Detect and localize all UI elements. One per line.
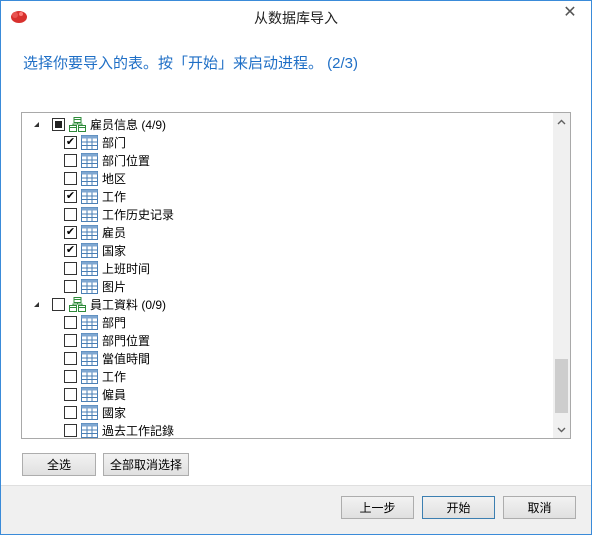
table-row[interactable]: 部門位置 <box>22 331 552 349</box>
table-checkbox[interactable] <box>64 369 77 383</box>
table-checkbox[interactable]: ✔ <box>64 243 77 257</box>
table-label: 部门位置 <box>102 153 151 168</box>
database-group-icon <box>69 296 86 312</box>
tree-content: 雇员信息 (4/9) ✔ 部门 部门位置 地区 ✔ 工作 工作历史记录 ✔ 雇员 ✔ 国家 上班时间 图片… <box>22 115 552 438</box>
table-icon <box>81 134 98 150</box>
table-row[interactable]: 過去工作記錄 <box>22 421 552 438</box>
table-checkbox[interactable] <box>64 423 77 437</box>
vertical-scrollbar[interactable] <box>553 113 570 438</box>
table-label: 僱員 <box>102 387 127 402</box>
table-checkbox[interactable] <box>64 171 77 185</box>
start-button[interactable]: 开始 <box>422 496 495 519</box>
table-label: 地区 <box>102 171 127 186</box>
table-icon <box>81 206 98 222</box>
table-icon <box>81 278 98 294</box>
table-row[interactable]: ✔ 国家 <box>22 241 552 259</box>
group-label: 雇员信息 (4/9) <box>90 117 167 132</box>
table-checkbox[interactable]: ✔ <box>64 135 77 149</box>
scroll-down-button[interactable] <box>553 421 570 438</box>
group-checkbox[interactable] <box>52 297 65 311</box>
table-icon <box>81 314 98 330</box>
table-tree[interactable]: 雇员信息 (4/9) ✔ 部门 部门位置 地区 ✔ 工作 工作历史记录 ✔ 雇员 ✔ 国家 上班时间 图片… <box>21 112 571 439</box>
table-icon <box>81 242 98 258</box>
chevron-up-icon <box>557 119 566 124</box>
instruction-text: 选择你要导入的表。按「开始」来启动进程。 (2/3) <box>23 55 359 72</box>
group-checkbox[interactable] <box>52 117 65 131</box>
table-label: 上班时间 <box>102 261 151 276</box>
table-row[interactable]: ✔ 工作 <box>22 187 552 205</box>
scroll-up-button[interactable] <box>553 113 570 130</box>
expand-triangle-icon[interactable] <box>30 298 42 310</box>
table-checkbox[interactable] <box>64 351 77 365</box>
import-dialog: 从数据库导入 ✕ 选择你要导入的表。按「开始」来启动进程。 (2/3) 雇员信息… <box>0 0 592 535</box>
table-row[interactable]: 工作历史记录 <box>22 205 552 223</box>
table-row[interactable]: 當值時間 <box>22 349 552 367</box>
table-icon <box>81 188 98 204</box>
table-label: 工作历史记录 <box>102 207 175 222</box>
window-title: 从数据库导入 <box>254 10 338 26</box>
chevron-down-icon <box>557 427 566 432</box>
database-group-icon <box>69 116 86 132</box>
table-icon <box>81 422 98 438</box>
deselect-all-button[interactable]: 全部取消选择 <box>103 453 189 476</box>
table-icon <box>81 332 98 348</box>
table-checkbox[interactable] <box>64 387 77 401</box>
table-icon <box>81 170 98 186</box>
title-bar[interactable]: 从数据库导入 ✕ <box>1 1 591 32</box>
table-row[interactable]: 部門 <box>22 313 552 331</box>
table-checkbox[interactable]: ✔ <box>64 225 77 239</box>
table-row[interactable]: 工作 <box>22 367 552 385</box>
expand-triangle-icon[interactable] <box>30 118 42 130</box>
table-icon <box>81 260 98 276</box>
table-row[interactable]: ✔ 雇员 <box>22 223 552 241</box>
close-button[interactable]: ✕ <box>555 2 585 22</box>
table-label: 国家 <box>102 243 127 258</box>
table-row[interactable]: 上班时间 <box>22 259 552 277</box>
table-checkbox[interactable] <box>64 405 77 419</box>
table-checkbox[interactable] <box>64 333 77 347</box>
table-row[interactable]: ✔ 部门 <box>22 133 552 151</box>
table-label: 部門 <box>102 315 127 330</box>
table-label: 部門位置 <box>102 333 151 348</box>
table-checkbox[interactable] <box>64 153 77 167</box>
table-icon <box>81 404 98 420</box>
table-row[interactable]: 图片 <box>22 277 552 295</box>
table-icon <box>81 152 98 168</box>
tree-group-row[interactable]: 雇员信息 (4/9) <box>22 115 552 133</box>
table-label: 當值時間 <box>102 351 151 366</box>
group-label: 員工資料 (0/9) <box>90 297 167 312</box>
table-checkbox[interactable] <box>64 315 77 329</box>
table-checkbox[interactable] <box>64 261 77 275</box>
table-label: 雇员 <box>102 225 127 240</box>
table-label: 過去工作記錄 <box>102 423 175 438</box>
previous-button[interactable]: 上一步 <box>341 496 414 519</box>
table-row[interactable]: 部门位置 <box>22 151 552 169</box>
close-icon: ✕ <box>563 4 577 21</box>
table-icon <box>81 224 98 240</box>
table-icon <box>81 368 98 384</box>
table-icon <box>81 350 98 366</box>
table-icon <box>81 386 98 402</box>
select-all-button[interactable]: 全选 <box>22 453 96 476</box>
table-row[interactable]: 國家 <box>22 403 552 421</box>
table-row[interactable]: 地区 <box>22 169 552 187</box>
table-row[interactable]: 僱員 <box>22 385 552 403</box>
table-label: 工作 <box>102 369 127 384</box>
cancel-button[interactable]: 取消 <box>503 496 576 519</box>
table-checkbox[interactable] <box>64 279 77 293</box>
table-label: 部门 <box>102 135 127 150</box>
table-label: 國家 <box>102 405 127 420</box>
table-label: 图片 <box>102 279 127 294</box>
table-label: 工作 <box>102 189 127 204</box>
table-checkbox[interactable] <box>64 207 77 221</box>
scroll-thumb[interactable] <box>555 359 568 413</box>
tree-group-row[interactable]: 員工資料 (0/9) <box>22 295 552 313</box>
table-checkbox[interactable]: ✔ <box>64 189 77 203</box>
